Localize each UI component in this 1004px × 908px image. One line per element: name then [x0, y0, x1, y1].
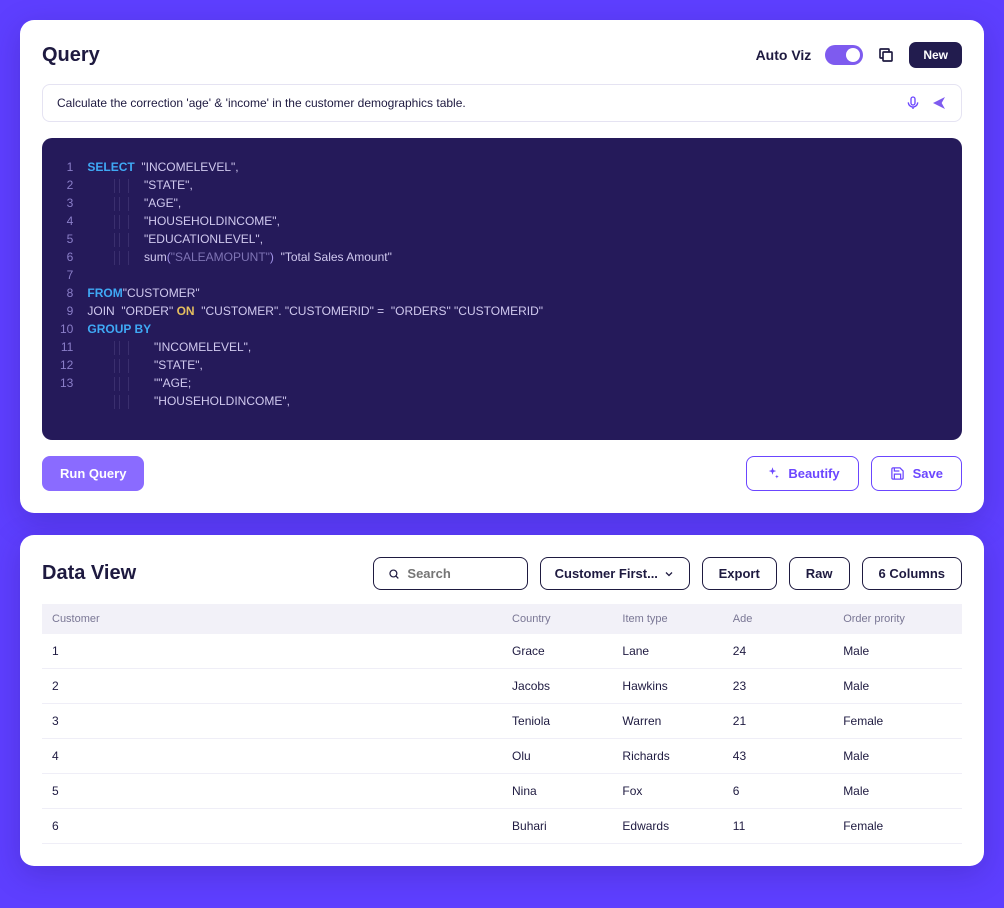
- dropdown-label: Customer First...: [555, 566, 658, 581]
- table-cell: 21: [723, 704, 833, 739]
- dataview-title: Data View: [42, 562, 361, 585]
- table-cell: Female: [833, 704, 962, 739]
- table-cell: 43: [723, 739, 833, 774]
- table-cell: Edwards: [612, 809, 722, 844]
- sparkle-icon: [765, 466, 780, 481]
- search-box[interactable]: [373, 557, 528, 590]
- table-cell: Male: [833, 669, 962, 704]
- table-cell: Olu: [502, 739, 612, 774]
- dataview-header: Data View Customer First... Export Raw 6…: [42, 557, 962, 590]
- search-icon: [388, 567, 400, 581]
- dataview-card: Data View Customer First... Export Raw 6…: [20, 535, 984, 866]
- table-cell: 24: [723, 634, 833, 669]
- table-cell: 2: [42, 669, 502, 704]
- beautify-button[interactable]: Beautify: [746, 456, 858, 491]
- table-cell: 6: [723, 774, 833, 809]
- customer-dropdown[interactable]: Customer First...: [540, 557, 690, 590]
- code-editor[interactable]: 12345678910111213 SELECT "INCOMELEVEL", …: [42, 138, 962, 440]
- table-cell: Warren: [612, 704, 722, 739]
- table-cell: Male: [833, 739, 962, 774]
- save-label: Save: [913, 466, 943, 481]
- query-header-actions: Auto Viz New: [756, 42, 962, 68]
- table-row[interactable]: 3TeniolaWarren21Female: [42, 704, 962, 739]
- table-cell: Male: [833, 774, 962, 809]
- th-customer: Customer: [42, 604, 502, 634]
- table-cell: 3: [42, 704, 502, 739]
- table-cell: Buhari: [502, 809, 612, 844]
- table-row[interactable]: 2JacobsHawkins23Male: [42, 669, 962, 704]
- line-numbers: 12345678910111213: [60, 158, 73, 410]
- toggle-knob: [846, 48, 860, 62]
- th-priority: Order prority: [833, 604, 962, 634]
- th-country: Country: [502, 604, 612, 634]
- query-footer-right: Beautify Save: [746, 456, 962, 491]
- table-cell: Hawkins: [612, 669, 722, 704]
- table-cell: Fox: [612, 774, 722, 809]
- raw-button[interactable]: Raw: [789, 557, 850, 590]
- table-row[interactable]: 6BuhariEdwards11Female: [42, 809, 962, 844]
- save-icon: [890, 466, 905, 481]
- th-itemtype: Item type: [612, 604, 722, 634]
- data-table: Customer Country Item type Ade Order pro…: [42, 604, 962, 844]
- mic-icon[interactable]: [905, 95, 921, 111]
- table-cell: Male: [833, 634, 962, 669]
- table-cell: 23: [723, 669, 833, 704]
- export-button[interactable]: Export: [702, 557, 777, 590]
- table-cell: Jacobs: [502, 669, 612, 704]
- table-cell: Lane: [612, 634, 722, 669]
- save-button[interactable]: Save: [871, 456, 962, 491]
- prompt-input[interactable]: [57, 96, 895, 110]
- th-ade: Ade: [723, 604, 833, 634]
- table-cell: Nina: [502, 774, 612, 809]
- beautify-label: Beautify: [788, 466, 839, 481]
- table-cell: 11: [723, 809, 833, 844]
- search-input[interactable]: [407, 566, 512, 581]
- table-cell: Grace: [502, 634, 612, 669]
- columns-button[interactable]: 6 Columns: [862, 557, 962, 590]
- send-icon[interactable]: [931, 95, 947, 111]
- table-cell: Richards: [612, 739, 722, 774]
- table-cell: 1: [42, 634, 502, 669]
- table-row[interactable]: 4OluRichards43Male: [42, 739, 962, 774]
- table-cell: Teniola: [502, 704, 612, 739]
- table-header-row: Customer Country Item type Ade Order pro…: [42, 604, 962, 634]
- autoviz-toggle[interactable]: [825, 45, 863, 65]
- table-cell: 5: [42, 774, 502, 809]
- table-cell: 6: [42, 809, 502, 844]
- table-cell: 4: [42, 739, 502, 774]
- table-row[interactable]: 5NinaFox6Male: [42, 774, 962, 809]
- chevron-down-icon: [663, 568, 675, 580]
- query-card: Query Auto Viz New 12345678910111213 SEL…: [20, 20, 984, 513]
- table-row[interactable]: 1GraceLane24Male: [42, 634, 962, 669]
- new-button[interactable]: New: [909, 42, 962, 68]
- query-footer: Run Query Beautify Save: [42, 456, 962, 491]
- run-query-button[interactable]: Run Query: [42, 456, 144, 491]
- query-header: Query Auto Viz New: [42, 42, 962, 68]
- code-content: SELECT "INCOMELEVEL", "STATE", "AGE", "H…: [87, 158, 543, 410]
- autoviz-label: Auto Viz: [756, 47, 812, 63]
- copy-icon[interactable]: [877, 46, 895, 64]
- table-cell: Female: [833, 809, 962, 844]
- query-title: Query: [42, 44, 100, 67]
- prompt-bar[interactable]: [42, 84, 962, 122]
